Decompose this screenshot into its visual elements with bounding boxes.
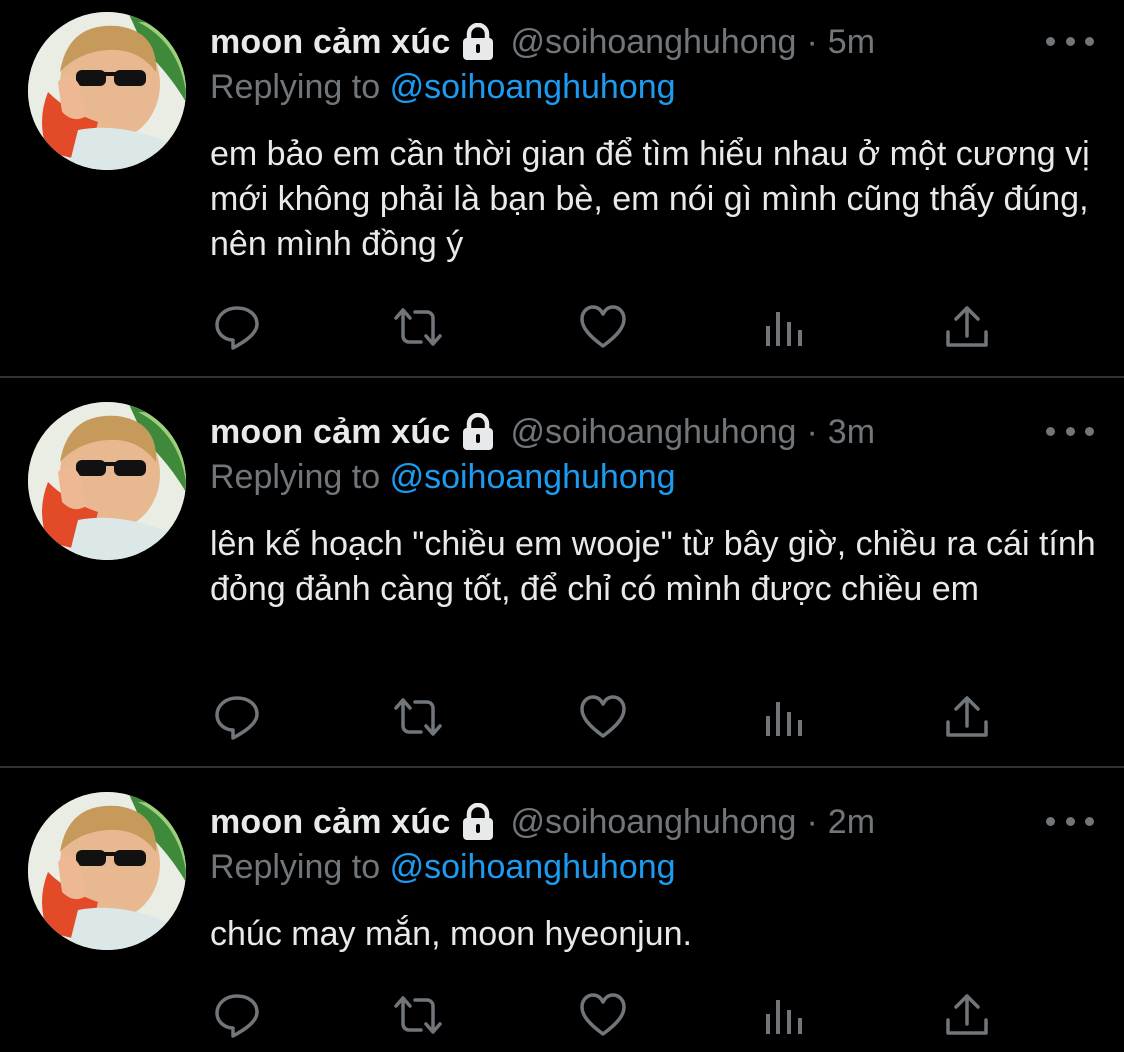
more-icon[interactable] bbox=[1046, 26, 1094, 56]
display-name[interactable]: moon cảm xúc bbox=[210, 413, 450, 452]
share-icon[interactable] bbox=[942, 302, 992, 352]
reply-mention-link[interactable]: @soihoanghuhong bbox=[390, 458, 676, 496]
share-icon[interactable] bbox=[942, 692, 992, 742]
reply-mention-link[interactable]: @soihoanghuhong bbox=[390, 68, 676, 106]
tweet-text: lên kế hoạch "chiều em wooje" từ bây giờ… bbox=[210, 525, 1096, 608]
display-name[interactable]: moon cảm xúc bbox=[210, 23, 450, 62]
more-icon[interactable] bbox=[1046, 806, 1094, 836]
reply-icon[interactable] bbox=[212, 302, 262, 352]
lock-icon bbox=[460, 22, 496, 61]
action-bar bbox=[0, 692, 1124, 752]
analytics-icon[interactable] bbox=[760, 692, 810, 742]
replying-to: Replying to @soihoanghuhong bbox=[210, 68, 676, 107]
separator-dot: · bbox=[806, 22, 818, 61]
more-icon[interactable] bbox=[1046, 416, 1094, 446]
like-icon[interactable] bbox=[578, 990, 628, 1040]
replying-to-label: Replying to bbox=[210, 458, 381, 496]
user-handle[interactable]: @soihoanghuhong bbox=[510, 23, 796, 62]
analytics-icon[interactable] bbox=[760, 990, 810, 1040]
like-icon[interactable] bbox=[578, 692, 628, 742]
tweet-text: em bảo em cần thời gian để tìm hiểu nhau… bbox=[210, 135, 1090, 263]
tweet-3[interactable]: moon cảm xúc @soihoanghuhong · 2m Replyi… bbox=[0, 768, 1124, 1052]
replying-to-label: Replying to bbox=[210, 848, 381, 886]
replying-to-label: Replying to bbox=[210, 68, 381, 106]
tweet-2[interactable]: moon cảm xúc @soihoanghuhong · 3m Replyi… bbox=[0, 378, 1124, 768]
tweet-text: chúc may mắn, moon hyeonjun. bbox=[210, 915, 692, 953]
lock-icon bbox=[460, 412, 496, 451]
display-name[interactable]: moon cảm xúc bbox=[210, 803, 450, 842]
tweet-1[interactable]: moon cảm xúc @soihoanghuhong · 5m Replyi… bbox=[0, 0, 1124, 378]
action-bar bbox=[0, 302, 1124, 362]
reply-mention-link[interactable]: @soihoanghuhong bbox=[390, 848, 676, 886]
retweet-icon[interactable] bbox=[393, 990, 443, 1040]
action-bar bbox=[0, 990, 1124, 1050]
reply-icon[interactable] bbox=[212, 990, 262, 1040]
separator-dot: · bbox=[806, 412, 818, 451]
analytics-icon[interactable] bbox=[760, 302, 810, 352]
avatar[interactable] bbox=[28, 12, 186, 170]
timestamp[interactable]: 3m bbox=[828, 413, 875, 452]
tweet-header: moon cảm xúc @soihoanghuhong · 5m bbox=[210, 20, 875, 64]
tweet-header: moon cảm xúc @soihoanghuhong · 2m bbox=[210, 800, 875, 844]
share-icon[interactable] bbox=[942, 990, 992, 1040]
lock-icon bbox=[460, 802, 496, 841]
separator-dot: · bbox=[806, 802, 818, 841]
retweet-icon[interactable] bbox=[393, 692, 443, 742]
replying-to: Replying to @soihoanghuhong bbox=[210, 848, 676, 887]
avatar[interactable] bbox=[28, 792, 186, 950]
replying-to: Replying to @soihoanghuhong bbox=[210, 458, 676, 497]
reply-icon[interactable] bbox=[212, 692, 262, 742]
timestamp[interactable]: 2m bbox=[828, 803, 875, 842]
like-icon[interactable] bbox=[578, 302, 628, 352]
timestamp[interactable]: 5m bbox=[828, 23, 875, 62]
retweet-icon[interactable] bbox=[393, 302, 443, 352]
tweet-header: moon cảm xúc @soihoanghuhong · 3m bbox=[210, 410, 875, 454]
user-handle[interactable]: @soihoanghuhong bbox=[510, 413, 796, 452]
avatar[interactable] bbox=[28, 402, 186, 560]
user-handle[interactable]: @soihoanghuhong bbox=[510, 803, 796, 842]
